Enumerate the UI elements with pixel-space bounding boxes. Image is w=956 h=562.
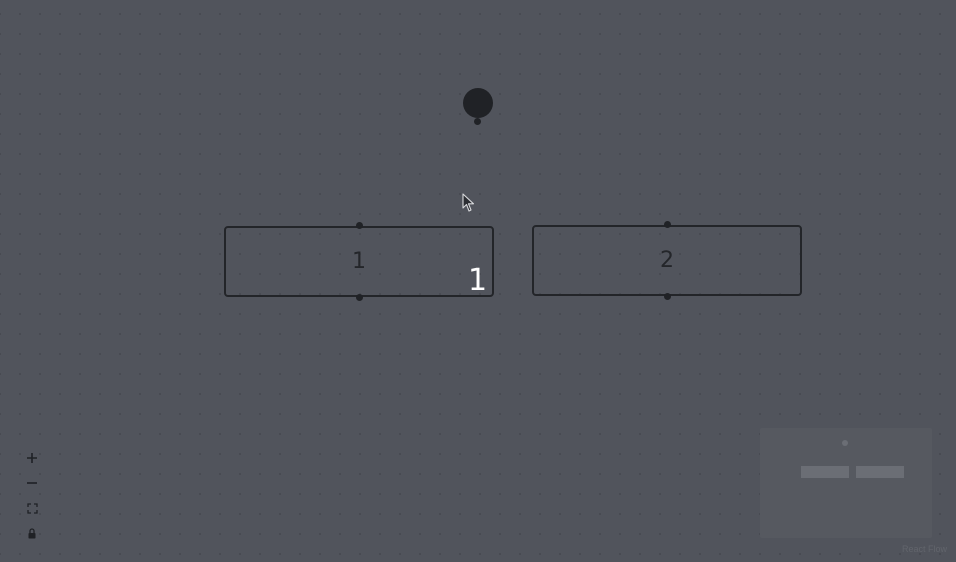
fit-view-icon [26,502,38,514]
node-2[interactable]: 2 [532,225,802,296]
lock-button[interactable] [20,521,44,545]
circle-node-bottom-handle[interactable] [474,118,481,125]
plus-icon [27,453,37,463]
mouse-cursor-icon [462,193,475,212]
zoom-in-button[interactable] [20,446,44,470]
minus-icon [27,482,37,484]
node-1[interactable]: 1 [224,226,494,297]
zoom-out-button[interactable] [20,471,44,495]
attribution-link[interactable]: React Flow [902,544,947,554]
node-1-label: 1 [352,249,366,274]
circle-node[interactable] [463,88,493,118]
flow-controls [20,446,44,546]
node-1-bottom-handle[interactable] [356,294,363,301]
fit-view-button[interactable] [20,496,44,520]
minimap[interactable] [760,428,932,538]
node-1-top-handle[interactable] [356,222,363,229]
minimap-node-1 [801,466,849,478]
minimap-circle-node [842,440,848,446]
selection-badge: 1 [468,263,488,298]
minimap-node-2 [856,466,904,478]
node-2-bottom-handle[interactable] [664,293,671,300]
node-2-label: 2 [660,248,674,273]
node-2-top-handle[interactable] [664,221,671,228]
lock-icon [28,527,36,538]
